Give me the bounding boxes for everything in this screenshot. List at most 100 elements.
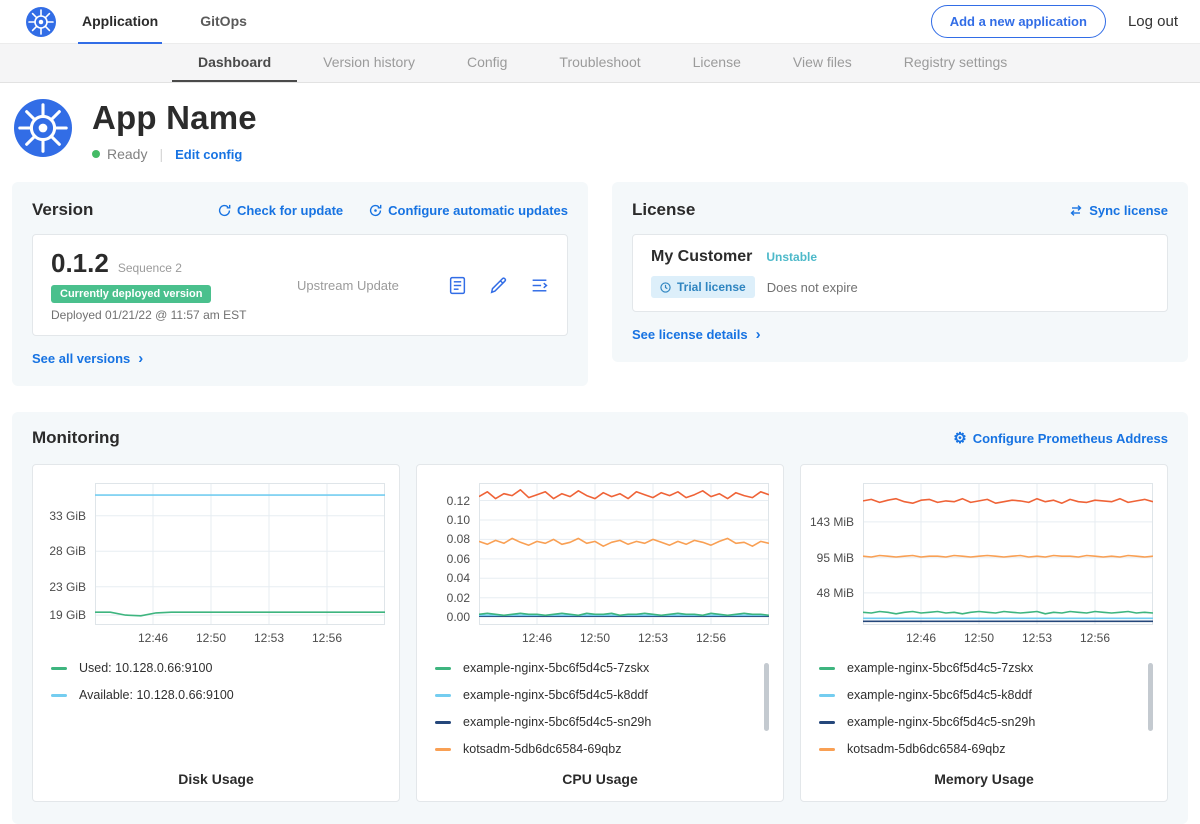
auto-update-icon xyxy=(369,204,382,217)
see-all-versions-link[interactable]: See all versions › xyxy=(32,351,143,366)
configure-prometheus-link[interactable]: ⚙ Configure Prometheus Address xyxy=(953,431,1168,446)
memory-x-axis-labels: 12:4612:5012:5312:56 xyxy=(863,625,1153,647)
subnav-tab-config[interactable]: Config xyxy=(441,44,533,82)
subnav-tab-dashboard[interactable]: Dashboard xyxy=(172,44,297,82)
memory-usage-plot xyxy=(863,483,1153,625)
monitoring-title: Monitoring xyxy=(32,428,120,448)
chart-title: Memory Usage xyxy=(815,761,1153,789)
configure-automatic-updates-link[interactable]: Configure automatic updates xyxy=(369,203,568,218)
cpu-y-axis-labels: 0.120.100.080.060.040.020.00 xyxy=(431,483,479,625)
edit-config-icon[interactable] xyxy=(489,276,508,295)
topnav-tab-application[interactable]: Application xyxy=(78,0,162,44)
trial-license-badge: Trial license xyxy=(651,276,755,298)
sync-license-label: Sync license xyxy=(1089,203,1168,218)
legend-swatch xyxy=(51,667,67,670)
legend-swatch xyxy=(435,721,451,724)
legend-label: example-nginx-5bc6f5d4c5-k8ddf xyxy=(463,688,648,702)
subnav-tab-view-files[interactable]: View files xyxy=(767,44,878,82)
memory-usage-chart-card: 143 MiB95 MiB48 MiB 12:4612:5012:5312:56… xyxy=(800,464,1168,802)
legend-label: example-nginx-5bc6f5d4c5-7zskx xyxy=(847,661,1033,675)
legend-swatch xyxy=(819,667,835,670)
license-expiry: Does not expire xyxy=(767,280,858,295)
app-logo-icon xyxy=(14,99,92,157)
status-dot xyxy=(92,150,100,158)
legend-label: kotsadm-5db6dc6584-69qbz xyxy=(463,742,621,756)
chart-title: CPU Usage xyxy=(431,761,769,789)
deploy-logs-icon[interactable] xyxy=(530,276,549,295)
add-application-button[interactable]: Add a new application xyxy=(931,5,1106,38)
kubernetes-logo-icon xyxy=(26,7,78,37)
check-for-update-label: Check for update xyxy=(237,203,343,218)
chart-title: Disk Usage xyxy=(47,761,385,789)
version-panel: Version Check for update Configure autom… xyxy=(12,182,588,386)
subnav-tab-registry-settings[interactable]: Registry settings xyxy=(878,44,1033,82)
disk-y-axis-labels: 33 GiB28 GiB23 GiB19 GiB xyxy=(47,483,95,625)
topnav-tab-application-label: Application xyxy=(82,13,158,29)
legend-swatch xyxy=(435,748,451,751)
sync-license-link[interactable]: Sync license xyxy=(1069,203,1168,218)
gear-icon: ⚙ xyxy=(953,431,966,446)
release-notes-icon[interactable] xyxy=(448,276,467,295)
subnav-tab-license[interactable]: License xyxy=(667,44,767,82)
edit-config-link[interactable]: Edit config xyxy=(175,147,242,162)
legend-swatch xyxy=(819,748,835,751)
version-sequence: Sequence 2 xyxy=(118,261,182,275)
license-panel: License Sync license My Customer Unstabl… xyxy=(612,182,1188,362)
disk-x-axis-labels: 12:4612:5012:5312:56 xyxy=(95,625,385,647)
clock-icon xyxy=(660,282,671,293)
legend-label: kotsadm-5db6dc6584-69qbz xyxy=(847,742,1005,756)
chevron-right-icon: › xyxy=(756,327,761,342)
top-navbar: Application GitOps Add a new application… xyxy=(0,0,1200,44)
see-license-details-label: See license details xyxy=(632,327,748,342)
configure-prometheus-label: Configure Prometheus Address xyxy=(973,431,1168,446)
disk-usage-plot xyxy=(95,483,385,625)
legend-item: example-nginx-5bc6f5d4c5-7zskx xyxy=(819,661,1141,675)
disk-legend: Used: 10.128.0.66:9100 Available: 10.128… xyxy=(51,661,385,702)
legend-label: example-nginx-5bc6f5d4c5-k8ddf xyxy=(847,688,1032,702)
legend-swatch xyxy=(51,694,67,697)
legend-swatch xyxy=(819,721,835,724)
subnav-tab-version-history[interactable]: Version history xyxy=(297,44,441,82)
cpu-x-axis-labels: 12:4612:5012:5312:56 xyxy=(479,625,769,647)
legend-item: Used: 10.128.0.66:9100 xyxy=(51,661,373,675)
trial-license-label: Trial license xyxy=(677,280,746,294)
legend-label: example-nginx-5bc6f5d4c5-7zskx xyxy=(463,661,649,675)
subnav-tab-troubleshoot[interactable]: Troubleshoot xyxy=(533,44,666,82)
disk-usage-chart-card: 33 GiB28 GiB23 GiB19 GiB 12:4612:5012:53… xyxy=(32,464,400,802)
legend-label: example-nginx-5bc6f5d4c5-sn29h xyxy=(847,715,1035,729)
license-panel-title: License xyxy=(632,200,695,220)
legend-label: Available: 10.128.0.66:9100 xyxy=(79,688,234,702)
deployed-timestamp: Deployed 01/21/22 @ 11:57 am EST xyxy=(51,308,269,322)
customer-name: My Customer xyxy=(651,248,752,266)
topnav-tab-gitops[interactable]: GitOps xyxy=(196,0,251,44)
legend-swatch xyxy=(435,667,451,670)
status-text: Ready xyxy=(107,146,147,162)
logout-link[interactable]: Log out xyxy=(1128,13,1178,30)
legend-scrollbar[interactable] xyxy=(1148,663,1153,731)
cpu-legend: example-nginx-5bc6f5d4c5-7zskx example-n… xyxy=(435,661,769,756)
memory-legend: example-nginx-5bc6f5d4c5-7zskx example-n… xyxy=(819,661,1153,756)
cpu-usage-plot xyxy=(479,483,769,625)
app-title: App Name xyxy=(92,99,257,137)
check-for-update-link[interactable]: Check for update xyxy=(218,203,343,218)
deployed-version-badge: Currently deployed version xyxy=(51,285,211,303)
license-card: My Customer Unstable Trial license Does … xyxy=(632,234,1168,312)
legend-item: example-nginx-5bc6f5d4c5-k8ddf xyxy=(435,688,757,702)
legend-item: example-nginx-5bc6f5d4c5-sn29h xyxy=(435,715,757,729)
legend-item: kotsadm-5db6dc6584-69qbz xyxy=(435,742,757,756)
chevron-right-icon: › xyxy=(138,351,143,366)
refresh-icon xyxy=(218,204,231,217)
legend-item: example-nginx-5bc6f5d4c5-7zskx xyxy=(435,661,757,675)
legend-label: example-nginx-5bc6f5d4c5-sn29h xyxy=(463,715,651,729)
license-channel: Unstable xyxy=(766,250,817,264)
legend-item: Available: 10.128.0.66:9100 xyxy=(51,688,373,702)
sync-icon xyxy=(1069,205,1083,216)
configure-automatic-updates-label: Configure automatic updates xyxy=(388,203,568,218)
topnav-tab-gitops-label: GitOps xyxy=(200,13,247,29)
upstream-update-label: Upstream Update xyxy=(297,278,399,293)
legend-scrollbar[interactable] xyxy=(764,663,769,731)
legend-label: Used: 10.128.0.66:9100 xyxy=(79,661,212,675)
see-license-details-link[interactable]: See license details › xyxy=(632,327,761,342)
cpu-usage-chart-card: 0.120.100.080.060.040.020.00 12:4612:501… xyxy=(416,464,784,802)
legend-swatch xyxy=(819,694,835,697)
